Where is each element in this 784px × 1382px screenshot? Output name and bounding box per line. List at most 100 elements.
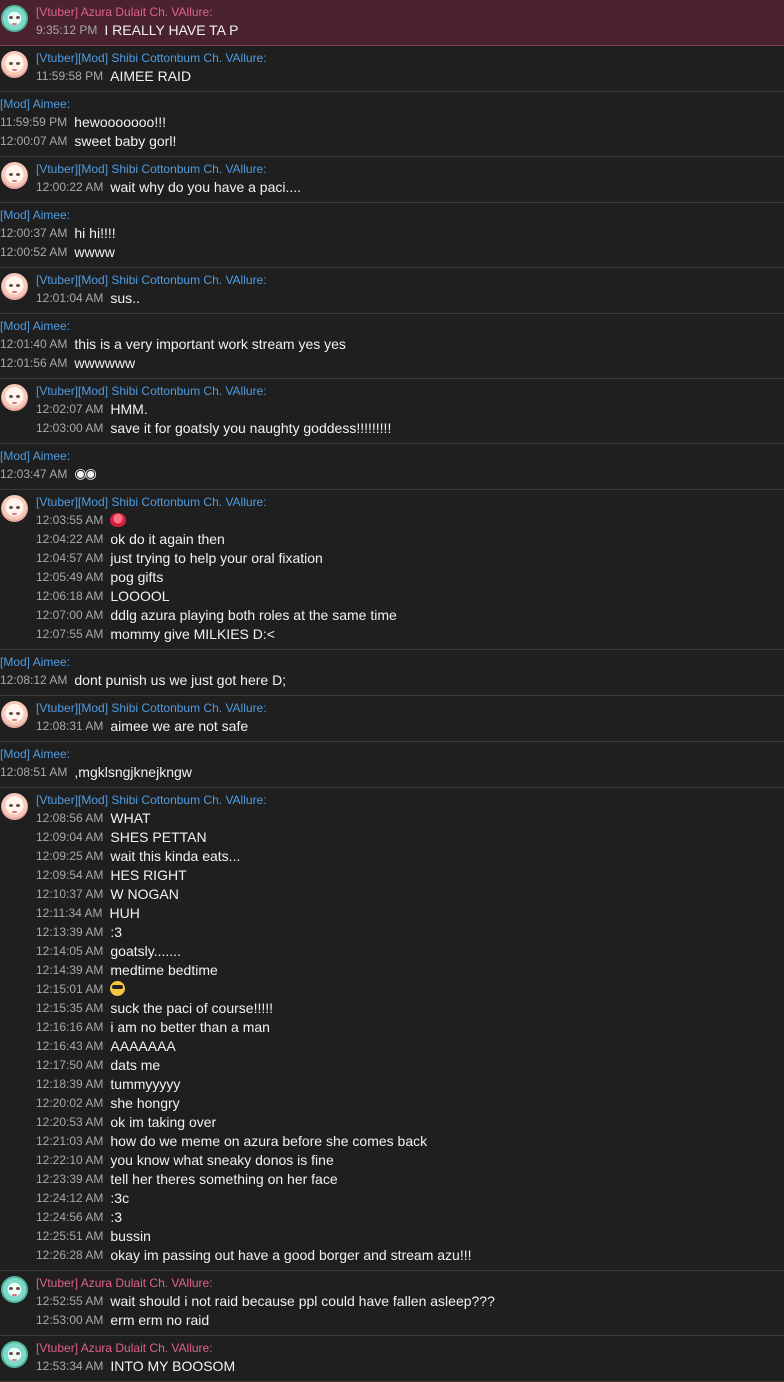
- username-line: [Vtuber] Azura Dulait Ch. VAllure:: [36, 1340, 784, 1356]
- message-text: mommy give MILKIES D:<: [110, 625, 275, 642]
- username[interactable]: Aimee:: [30, 449, 70, 463]
- chat-message: 12:15:01 AM: [36, 979, 784, 998]
- avatar[interactable]: [1, 273, 28, 300]
- message-text: just trying to help your oral fixation: [110, 549, 323, 566]
- message-text: goatsly.......: [110, 942, 181, 959]
- message-text: AAAAAAA: [110, 1037, 176, 1054]
- message-timestamp: 9:35:12 PM: [36, 22, 98, 37]
- message-timestamp: 12:02:07 AM: [36, 401, 104, 416]
- username-line: [Mod] Aimee:: [0, 654, 784, 670]
- message-group: [Mod] Aimee: 12:08:12 AM dont punish us we…: [0, 650, 784, 696]
- username[interactable]: Aimee:: [30, 319, 70, 333]
- message-text: sus..: [110, 289, 140, 306]
- avatar[interactable]: [1, 793, 28, 820]
- username-line: [Mod] Aimee:: [0, 207, 784, 223]
- chat-message: 12:07:55 AM mommy give MILKIES D:<: [36, 624, 784, 643]
- chat-log: [Vtuber] Azura Dulait Ch. VAllure: 9:35:1…: [0, 0, 784, 1382]
- chat-message: 12:14:39 AM medtime bedtime: [36, 960, 784, 979]
- message-timestamp: 12:24:12 AM: [36, 1190, 104, 1205]
- chat-message: 12:24:12 AM:3c: [36, 1188, 784, 1207]
- chat-message: 12:21:03 AM how do we meme on azura befor…: [36, 1131, 784, 1150]
- message-text: HES RIGHT: [110, 866, 187, 883]
- username[interactable]: Azura Dulait Ch. VAllure:: [78, 5, 213, 19]
- message-text: okay im passing out have a good borger a…: [110, 1246, 472, 1263]
- message-timestamp: 12:17:50 AM: [36, 1057, 104, 1072]
- chat-message: 12:15:35 AM suck the paci of course!!!!!: [36, 998, 784, 1017]
- message-timestamp: 12:03:47 AM: [0, 466, 68, 481]
- username-line: [Vtuber] Azura Dulait Ch. VAllure:: [36, 4, 784, 20]
- username[interactable]: Shibi Cottonbum Ch. VAllure:: [108, 384, 266, 398]
- message-timestamp: 12:07:55 AM: [36, 626, 104, 641]
- message-timestamp: 12:21:03 AM: [36, 1133, 104, 1148]
- message-text: WHAT: [110, 809, 151, 826]
- message-group: [Vtuber][Mod] Shibi Cottonbum Ch. VAllur…: [0, 696, 784, 742]
- message-group: [Vtuber] Azura Dulait Ch. VAllure: 9:35:1…: [0, 0, 784, 46]
- username-line: [Vtuber] Azura Dulait Ch. VAllure:: [36, 1275, 784, 1291]
- message-timestamp: 12:26:28 AM: [36, 1247, 104, 1262]
- username[interactable]: Azura Dulait Ch. VAllure:: [78, 1341, 213, 1355]
- message-timestamp: 12:15:01 AM: [36, 981, 104, 996]
- username-line: [Vtuber][Mod] Shibi Cottonbum Ch. VAllur…: [36, 50, 784, 66]
- message-group: [Vtuber][Mod] Shibi Cottonbum Ch. VAllur…: [0, 157, 784, 203]
- chat-message: 12:03:55 AM: [36, 510, 784, 529]
- chat-message: 12:22:10 AM you know what sneaky donos is…: [36, 1150, 784, 1169]
- avatar[interactable]: [1, 51, 28, 78]
- username[interactable]: Aimee:: [30, 747, 70, 761]
- message-timestamp: 12:01:04 AM: [36, 290, 104, 305]
- message-timestamp: 12:23:39 AM: [36, 1171, 104, 1186]
- username[interactable]: Shibi Cottonbum Ch. VAllure:: [108, 273, 266, 287]
- user-badge: [Vtuber]: [36, 1341, 79, 1355]
- message-group: [Vtuber][Mod] Shibi Cottonbum Ch. VAllur…: [0, 490, 784, 650]
- username[interactable]: Aimee:: [30, 97, 70, 111]
- chat-message: 12:16:16 AM i am no better than a man: [36, 1017, 784, 1036]
- username-line: [Vtuber][Mod] Shibi Cottonbum Ch. VAllur…: [36, 272, 784, 288]
- message-group: [Vtuber][Mod] Shibi Cottonbum Ch. VAllur…: [0, 379, 784, 444]
- avatar[interactable]: [1, 162, 28, 189]
- chat-message: 12:23:39 AM tell her theres something on …: [36, 1169, 784, 1188]
- username[interactable]: Azura Dulait Ch. VAllure:: [78, 1276, 213, 1290]
- chat-message: 12:03:47 AM ◉◉: [0, 464, 784, 483]
- avatar[interactable]: [1, 495, 28, 522]
- message-text: pog gifts: [110, 568, 164, 585]
- username[interactable]: Shibi Cottonbum Ch. VAllure:: [108, 701, 266, 715]
- message-timestamp: 11:59:58 PM: [36, 68, 104, 83]
- message-lines: [Mod] Aimee: 12:08:12 AM dont punish us we…: [0, 654, 784, 689]
- chat-message: 12:03:00 AM save it for goatsly you naugh…: [36, 418, 784, 437]
- chat-message: 12:53:34 AM INTO MY BOOSOM: [36, 1356, 784, 1375]
- message-timestamp: 12:16:16 AM: [36, 1019, 104, 1034]
- avatar[interactable]: [1, 5, 28, 32]
- chat-message: 12:08:56 AM WHAT: [36, 808, 784, 827]
- chat-message: 12:00:37 AM hi hi!!!!: [0, 223, 784, 242]
- chat-message: 12:00:07 AM sweet baby gorl!: [0, 131, 784, 150]
- message-text: :3: [110, 923, 123, 940]
- username[interactable]: Shibi Cottonbum Ch. VAllure:: [108, 793, 266, 807]
- message-text: INTO MY BOOSOM: [110, 1357, 236, 1374]
- message-group: [Mod] Aimee: 12:00:37 AM hi hi!!!! 12:00:52…: [0, 203, 784, 268]
- username[interactable]: Aimee:: [30, 208, 70, 222]
- chat-message: 12:16:43 AM AAAAAAA: [36, 1036, 784, 1055]
- user-badge: [Vtuber][Mod]: [36, 793, 109, 807]
- message-text: sweet baby gorl!: [74, 132, 177, 149]
- chat-message: 12:53:00 AM erm erm no raid: [36, 1310, 784, 1329]
- chat-message: 12:07:00 AM ddlg azura playing both roles…: [36, 605, 784, 624]
- username[interactable]: Shibi Cottonbum Ch. VAllure:: [108, 162, 266, 176]
- message-text: dats me: [110, 1056, 161, 1073]
- username-line: [Mod] Aimee:: [0, 746, 784, 762]
- avatar[interactable]: [1, 1276, 28, 1303]
- message-timestamp: 12:53:00 AM: [36, 1312, 104, 1327]
- chat-message: 12:09:25 AM wait this kinda eats...: [36, 846, 784, 865]
- chat-message: 12:00:52 AM wwww: [0, 242, 784, 261]
- username[interactable]: Shibi Cottonbum Ch. VAllure:: [108, 51, 266, 65]
- message-lines: [Mod] Aimee: 12:03:47 AM ◉◉: [0, 448, 784, 483]
- message-timestamp: 12:03:55 AM: [36, 512, 104, 527]
- avatar[interactable]: [1, 384, 28, 411]
- message-timestamp: 12:11:34 AM: [36, 905, 103, 920]
- username-line: [Mod] Aimee:: [0, 96, 784, 112]
- user-badge: [Vtuber][Mod]: [36, 162, 109, 176]
- message-text: hewooooooo!!!: [74, 113, 167, 130]
- username[interactable]: Shibi Cottonbum Ch. VAllure:: [108, 495, 266, 509]
- message-timestamp: 12:14:05 AM: [36, 943, 104, 958]
- user-badge: [Vtuber]: [36, 1276, 79, 1290]
- avatar[interactable]: [1, 701, 28, 728]
- username[interactable]: Aimee:: [30, 655, 70, 669]
